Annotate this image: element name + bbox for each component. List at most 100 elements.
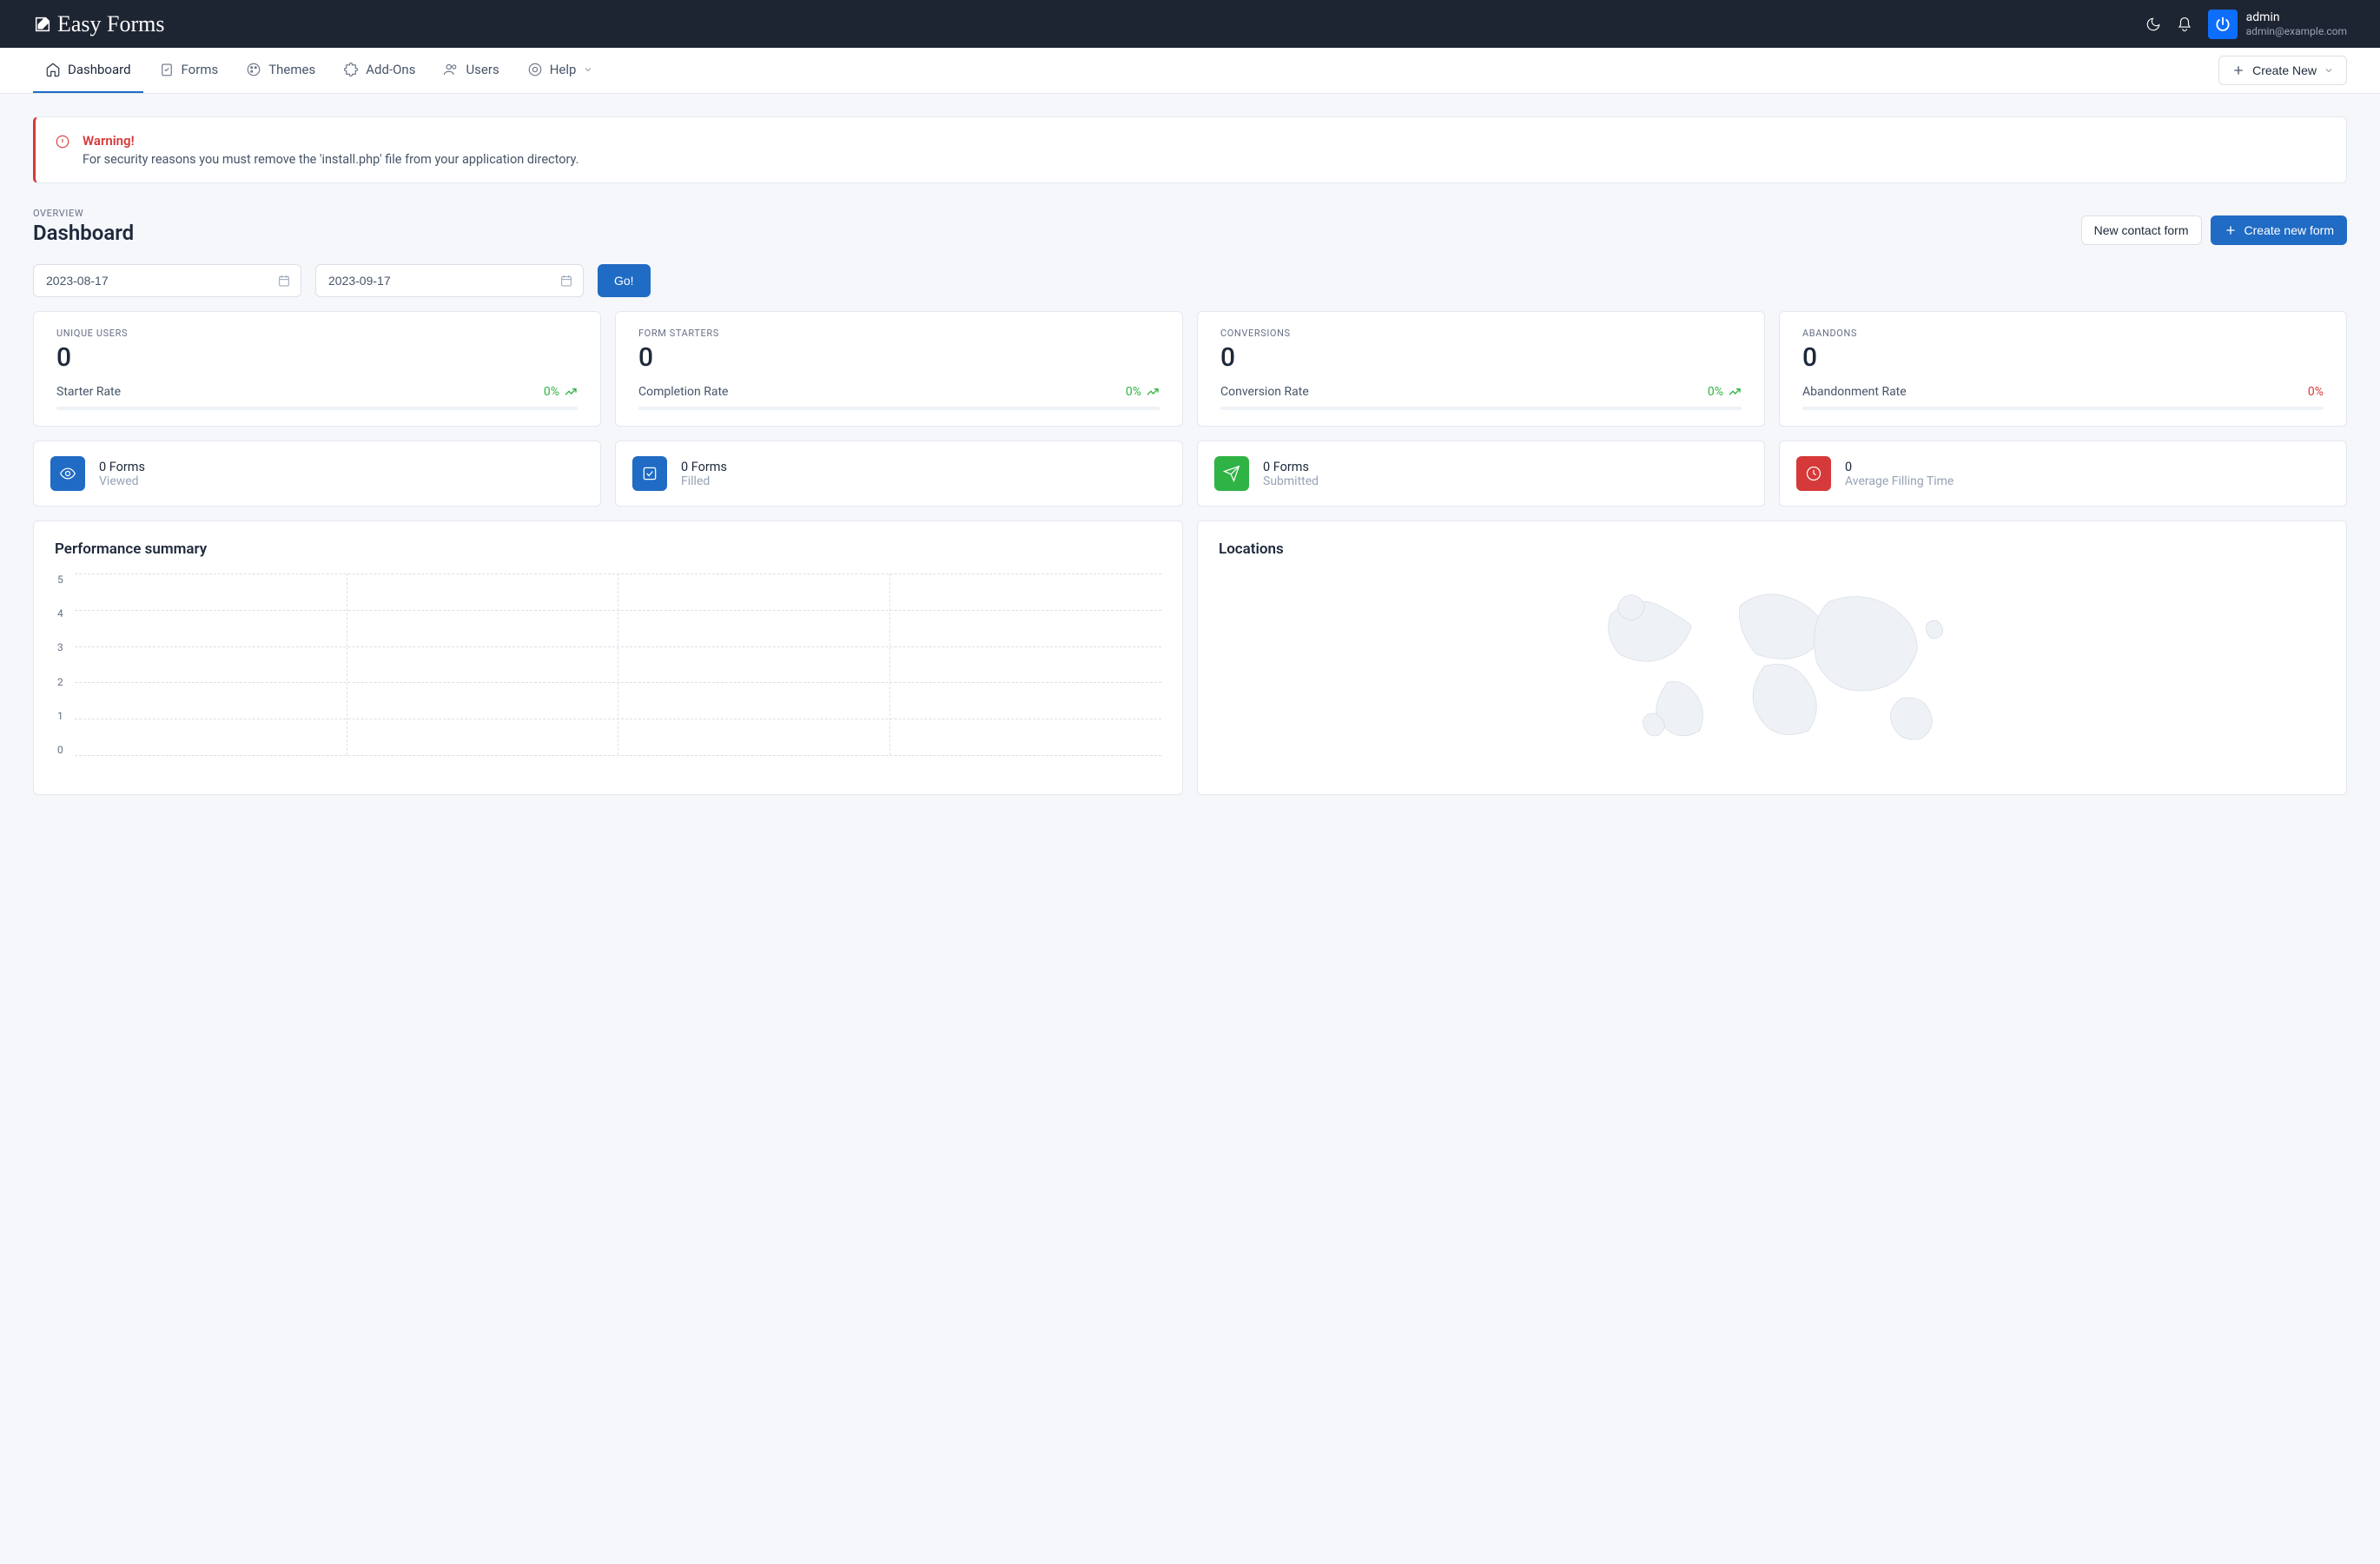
logo-text: Easy Forms xyxy=(57,11,165,37)
logo[interactable]: Easy Forms xyxy=(33,11,165,37)
stat-rate-label: Abandonment Rate xyxy=(1802,385,1907,399)
home-icon xyxy=(45,62,61,77)
y-tick: 2 xyxy=(57,676,63,688)
mini-sub: Filled xyxy=(681,474,727,488)
trend-up-icon xyxy=(1146,385,1160,399)
go-button[interactable]: Go! xyxy=(598,264,651,297)
date-from-wrap xyxy=(33,264,301,297)
panels-row: Performance summary 5 4 3 2 1 0 xyxy=(33,520,2347,795)
alert-icon xyxy=(55,134,70,149)
stat-pct: 0% xyxy=(1708,385,1742,399)
mini-sub: Viewed xyxy=(99,474,145,488)
topbar-right: admin admin@example.com xyxy=(2145,10,2347,39)
y-tick: 1 xyxy=(57,710,63,722)
map-svg xyxy=(1274,573,2271,775)
nav-label: Themes xyxy=(268,62,315,77)
stat-label: CONVERSIONS xyxy=(1220,328,1742,339)
stat-conversions: CONVERSIONS 0 Conversion Rate 0% xyxy=(1197,311,1765,427)
users-icon xyxy=(443,62,459,77)
progress-bar xyxy=(56,407,578,410)
moon-icon[interactable] xyxy=(2145,17,2161,32)
stat-value: 0 xyxy=(638,342,1160,373)
performance-chart: 5 4 3 2 1 0 xyxy=(55,573,1161,756)
stat-value: 0 xyxy=(1220,342,1742,373)
stat-pct: 0% xyxy=(1126,385,1160,399)
nav-label: Users xyxy=(466,62,499,77)
page-header: OVERVIEW Dashboard New contact form Crea… xyxy=(33,208,2347,245)
panel-title: Locations xyxy=(1219,540,2325,558)
progress-bar xyxy=(1220,407,1742,410)
mini-sub: Submitted xyxy=(1263,474,1319,488)
nav-help[interactable]: Help xyxy=(515,48,606,93)
progress-bar xyxy=(1802,407,2324,410)
user-menu[interactable]: admin admin@example.com xyxy=(2208,10,2347,39)
breadcrumb: OVERVIEW xyxy=(33,208,134,219)
trend-up-icon xyxy=(1728,385,1742,399)
chart-grid xyxy=(75,573,1161,756)
alert-title: Warning! xyxy=(83,133,578,149)
clipboard-check-icon xyxy=(159,62,175,77)
stat-unique-users: UNIQUE USERS 0 Starter Rate 0% xyxy=(33,311,601,427)
topbar: Easy Forms admin admin@example.com xyxy=(0,0,2380,48)
mini-submitted: 0 FormsSubmitted xyxy=(1197,441,1765,507)
progress-bar xyxy=(638,407,1160,410)
clock-icon xyxy=(1796,456,1831,491)
stat-label: UNIQUE USERS xyxy=(56,328,578,339)
mini-title: 0 Forms xyxy=(681,460,727,474)
performance-panel: Performance summary 5 4 3 2 1 0 xyxy=(33,520,1183,795)
y-axis: 5 4 3 2 1 0 xyxy=(55,573,66,756)
nav-label: Forms xyxy=(182,62,219,77)
navbar: Dashboard Forms Themes Add-Ons Users Hel… xyxy=(0,48,2380,94)
mini-viewed: 0 FormsViewed xyxy=(33,441,601,507)
nav-addons[interactable]: Add-Ons xyxy=(331,48,427,93)
btn-label: Create new form xyxy=(2244,223,2334,237)
stats-row: UNIQUE USERS 0 Starter Rate 0% FORM STAR… xyxy=(33,311,2347,427)
mini-cards-row: 0 FormsViewed 0 FormsFilled 0 FormsSubmi… xyxy=(33,441,2347,507)
chevron-down-icon xyxy=(583,64,593,75)
nav-dashboard[interactable]: Dashboard xyxy=(33,48,143,93)
create-new-button[interactable]: Create New xyxy=(2218,56,2347,85)
page-title: Dashboard xyxy=(33,221,134,245)
plus-icon xyxy=(2224,223,2238,237)
user-email: admin@example.com xyxy=(2246,25,2347,37)
nav-label: Help xyxy=(550,62,577,77)
stat-rate-label: Completion Rate xyxy=(638,385,728,399)
y-tick: 5 xyxy=(57,573,63,586)
date-from-input[interactable] xyxy=(33,264,301,297)
chevron-down-icon xyxy=(2324,65,2334,76)
nav-themes[interactable]: Themes xyxy=(234,48,327,93)
new-contact-form-button[interactable]: New contact form xyxy=(2081,215,2202,245)
bell-icon[interactable] xyxy=(2177,17,2192,32)
palette-icon xyxy=(246,62,261,77)
create-new-form-button[interactable]: Create new form xyxy=(2211,215,2347,245)
stat-abandons: ABANDONS 0 Abandonment Rate 0% xyxy=(1779,311,2347,427)
send-icon xyxy=(1214,456,1249,491)
stat-label: ABANDONS xyxy=(1802,328,2324,339)
locations-panel: Locations xyxy=(1197,520,2347,795)
user-info: admin admin@example.com xyxy=(2246,10,2347,37)
stat-label: FORM STARTERS xyxy=(638,328,1160,339)
stat-value: 0 xyxy=(1802,342,2324,373)
power-icon xyxy=(2214,16,2231,33)
date-to-wrap xyxy=(315,264,584,297)
nav-forms[interactable]: Forms xyxy=(147,48,231,93)
nav-users[interactable]: Users xyxy=(431,48,511,93)
header-actions: New contact form Create new form xyxy=(2081,215,2347,245)
panel-title: Performance summary xyxy=(55,540,1161,558)
checkbox-icon xyxy=(632,456,667,491)
stat-form-starters: FORM STARTERS 0 Completion Rate 0% xyxy=(615,311,1183,427)
nav-label: Dashboard xyxy=(68,62,131,77)
mini-title: 0 Forms xyxy=(1263,460,1319,474)
mini-title: 0 Forms xyxy=(99,460,145,474)
nav-label: Add-Ons xyxy=(366,62,415,77)
user-name: admin xyxy=(2246,10,2347,25)
stat-pct: 0% xyxy=(544,385,578,399)
page-body: Warning! For security reasons you must r… xyxy=(0,94,2380,818)
date-to-input[interactable] xyxy=(315,264,584,297)
date-filter-row: Go! xyxy=(33,264,2347,297)
world-map xyxy=(1219,573,2325,775)
stat-rate-label: Starter Rate xyxy=(56,385,121,399)
mini-avg-time: 0Average Filling Time xyxy=(1779,441,2347,507)
calendar-icon xyxy=(559,274,573,288)
y-tick: 3 xyxy=(57,641,63,653)
